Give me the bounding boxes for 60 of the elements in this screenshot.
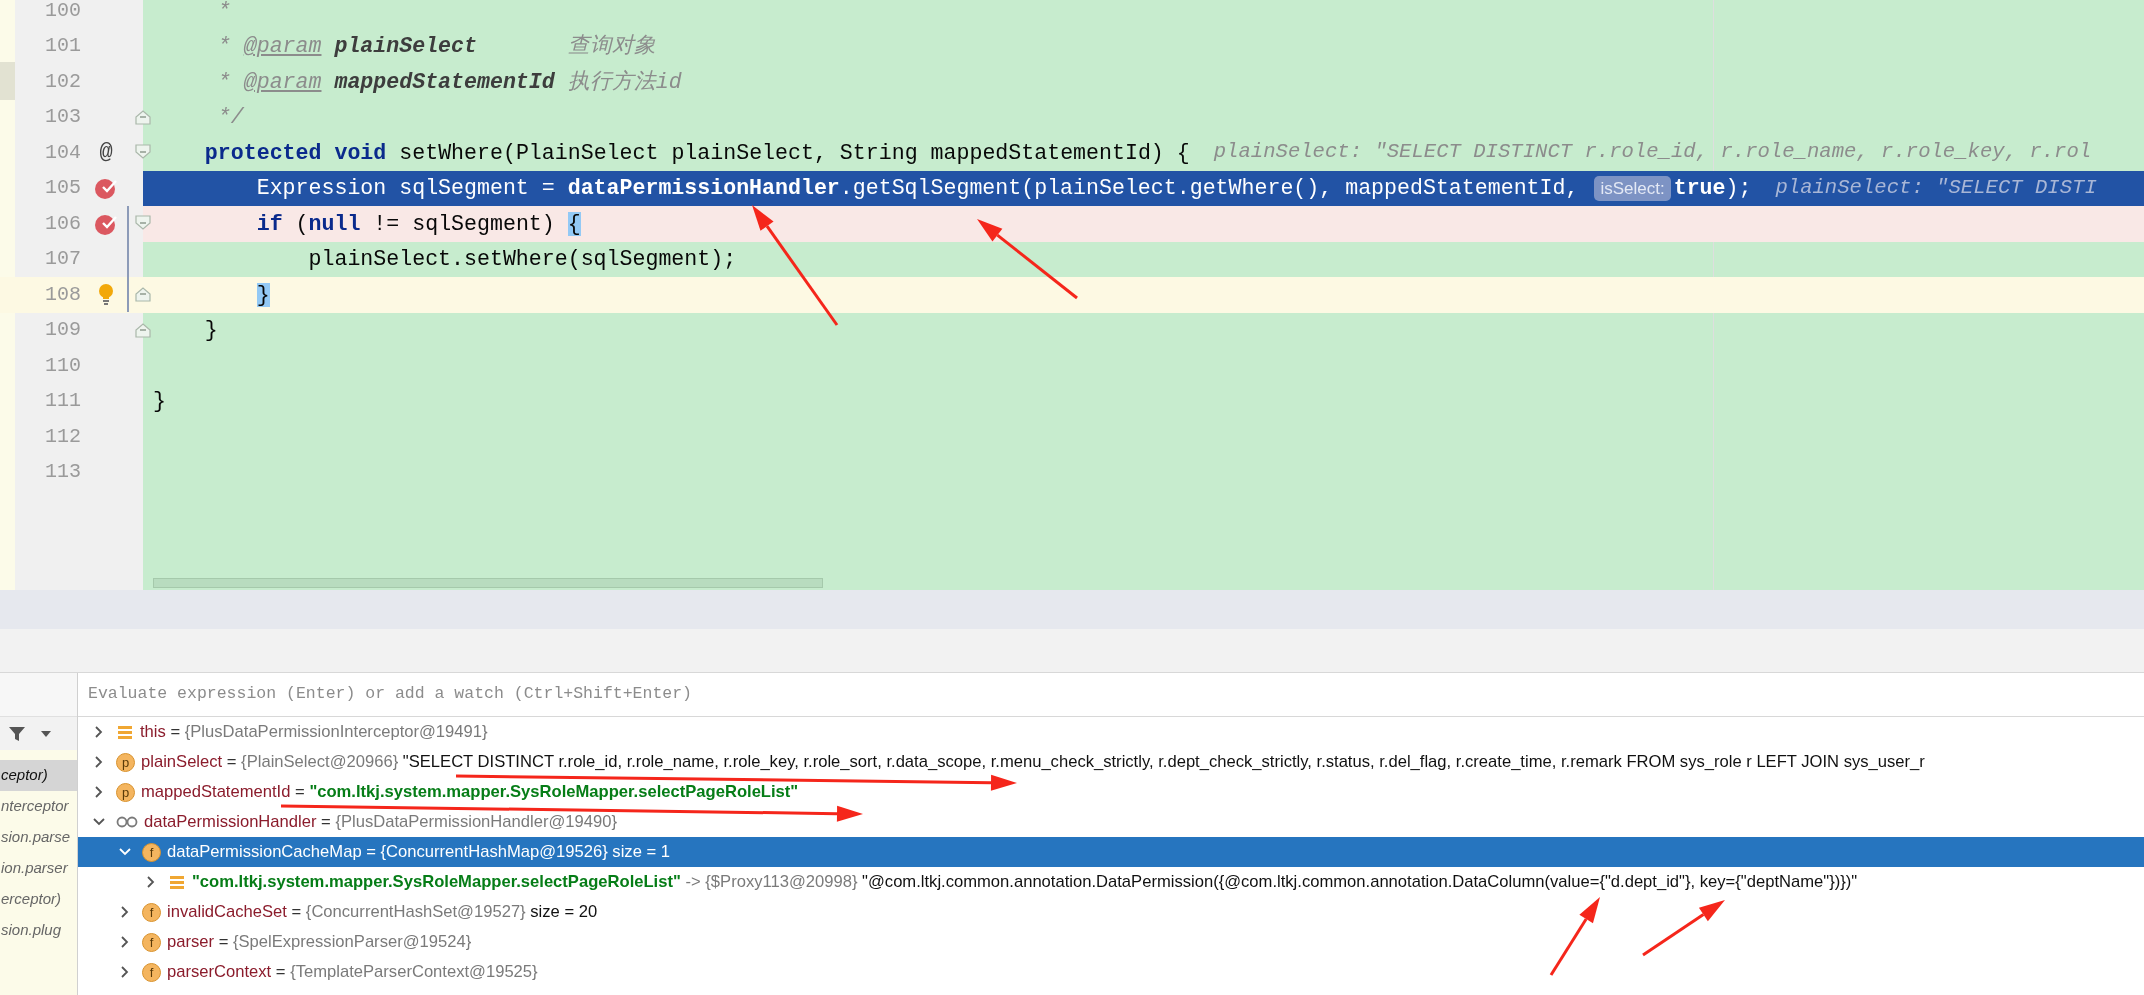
line-number: 105 (44, 175, 81, 202)
line-number: 108 (44, 281, 81, 308)
code-line: * (216, 0, 231, 25)
stack-frame[interactable]: ion.parser (0, 853, 77, 884)
stack-frame[interactable]: sion.plug (0, 915, 77, 946)
stack-frame[interactable]: nterceptor (0, 791, 77, 822)
stack-frame[interactable]: erceptor) (0, 884, 77, 915)
evaluate-field[interactable]: Evaluate expression (Enter) or add a watch (Ctrl+Shift+Enter) (88, 682, 2134, 707)
variable-text: parser = {SpelExpressionParser@19524} (167, 930, 472, 953)
line-number: 106 (44, 210, 81, 237)
variable-text: this = {PlusDataPermissionInterceptor@19491} (140, 720, 488, 743)
inline-value-hint: plainSelect: "SELECT DISTI (1775, 174, 2097, 201)
line-number: 101 (44, 33, 81, 60)
line-number: 103 (44, 104, 81, 131)
stack-frame[interactable]: sion.parse (0, 822, 77, 853)
line-number: 110 (44, 352, 81, 379)
line-number: 109 (44, 317, 81, 344)
glasses-icon (116, 815, 138, 829)
scrollbar[interactable] (153, 578, 823, 588)
line-number: 112 (44, 423, 81, 450)
parameter-hint: isSelect: (1594, 175, 1671, 201)
field-badge-icon: f (142, 902, 161, 922)
code-line: } (203, 317, 218, 345)
field-badge-icon: f (142, 842, 161, 862)
list-icon (116, 723, 134, 741)
list-icon (168, 873, 186, 891)
line-number: 107 (44, 246, 81, 273)
field-badge-icon: f (142, 932, 161, 952)
field-badge-icon: p (116, 782, 135, 802)
code-line: * @param mappedStatementId 执行方法id (216, 68, 682, 96)
line-number: 102 (44, 68, 81, 95)
variable-text: dataPermissionCacheMap = {ConcurrentHashMap@19526} size = 1 (167, 840, 670, 863)
stack-frame[interactable]: ceptor) (0, 760, 77, 791)
variable-text: parserContext = {TemplateParserContext@19525} (167, 960, 538, 983)
field-badge-icon: f (142, 962, 161, 982)
code-line: if (null != sqlSegment) { (255, 210, 581, 238)
dropdown-caret-icon[interactable] (40, 729, 52, 738)
variable-text: mappedStatementId = "com.ltkj.system.mapper.SysRoleMapper.selectPageRoleList" (141, 780, 799, 803)
filter-icon[interactable] (8, 724, 26, 743)
code-line: } (153, 388, 166, 416)
line-number: 113 (44, 459, 81, 486)
variable-text: plainSelect = {PlainSelect@20966} "SELECT DISTINCT r.role_id, r.role_name, r.role_key, r.role_sort, r.data_scope, r.menu_check_strictly, r.dept_check_strictly, r.status, r.del_flag, r.create_time, r.remark FROM sys_role r LEFT JOIN sys_user_r (141, 750, 1925, 773)
breakpoint-icon[interactable] (94, 176, 118, 201)
variable-text: dataPermissionHandler = {PlusDataPermissionHandler@19490} (144, 810, 617, 833)
code-line: true); (1673, 175, 1752, 203)
code-line: */ (216, 104, 244, 132)
annotation-marker[interactable]: @ (99, 136, 113, 170)
line-number: 111 (44, 388, 81, 415)
inline-value-hint: plainSelect: "SELECT DISTINCT r.role_id, r.role_name, r.role_key, r.rol (1213, 139, 2092, 166)
code-line: protected void setWhere(PlainSelect plainSelect, String mappedStatementId) { (203, 139, 1190, 167)
code-line: plainSelect.setWhere(sqlSegment); (307, 246, 737, 274)
line-number: 100 (44, 0, 81, 24)
field-badge-icon: p (116, 752, 135, 772)
code-line: * @param plainSelect 查询对象 (216, 33, 656, 61)
lightbulb-icon[interactable] (97, 282, 115, 307)
variable-text: "com.ltkj.system.mapper.SysRoleMapper.selectPageRoleList" -> {$Proxy113@20998} "@com.ltkj.common.annotation.DataPermission({@com.ltkj.common.annotation.DataColumn(value={"d.dept_id"}, key={"deptName"})})" (192, 870, 1858, 893)
change-marker (0, 62, 15, 100)
variable-text: invalidCacheSet = {ConcurrentHashSet@19527} size = 20 (167, 900, 598, 923)
line-number: 104 (44, 139, 81, 166)
code-line: Expression sqlSegment = dataPermissionHandler.getSqlSegment(plainSelect.getWhere(), mappedStatementId, (255, 175, 1580, 203)
